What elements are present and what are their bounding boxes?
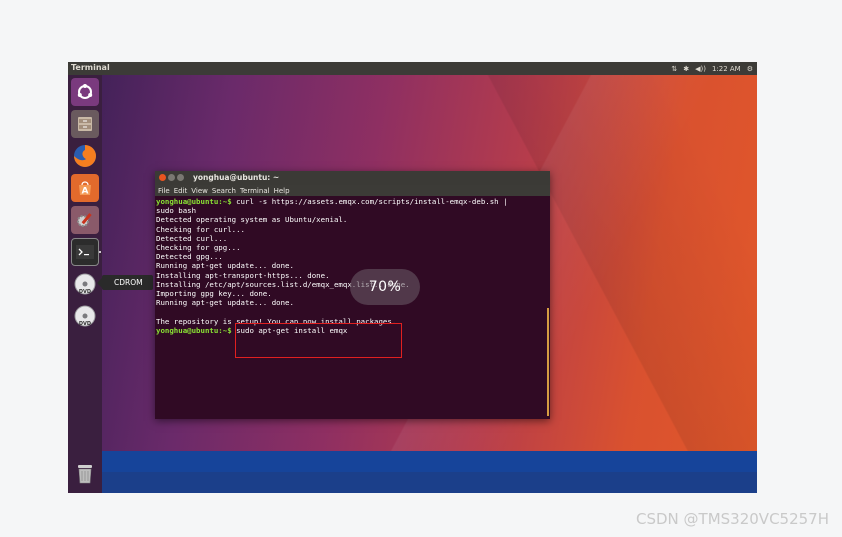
terminal-line: Running apt-get update... done. [156, 261, 549, 270]
wrench-gear-icon[interactable] [71, 206, 99, 234]
active-app-title: Terminal [71, 63, 110, 72]
svg-text:DVD: DVD [79, 289, 91, 295]
terminal-scrollbar[interactable] [547, 308, 549, 416]
keyboard-icon[interactable]: ⇅ [671, 65, 677, 73]
desktop-bottom-strip [68, 451, 757, 472]
shopping-bag-icon[interactable]: A [71, 174, 99, 202]
terminal-line: Detected operating system as Ubuntu/xeni… [156, 215, 549, 224]
terminal-window[interactable]: yonghua@ubuntu: ~ File Edit View Search … [155, 171, 550, 419]
line-text: Running apt-get update... done. [156, 298, 294, 308]
maximize-icon[interactable] [177, 174, 184, 181]
menu-file[interactable]: File [158, 187, 170, 195]
menu-search[interactable]: Search [212, 187, 236, 195]
bluetooth-icon[interactable]: ✱ [683, 65, 689, 73]
progress-overlay: 70% [350, 269, 420, 305]
line-text: Detected operating system as Ubuntu/xeni… [156, 215, 348, 225]
highlight-box [235, 323, 402, 358]
shell-prompt: yonghua@ubuntu:~$ [156, 325, 232, 335]
trash-icon[interactable] [71, 460, 99, 488]
terminal-line: sudo bash [156, 206, 549, 215]
terminal-output[interactable]: yonghua@ubuntu:~$ curl -s https://assets… [155, 196, 550, 419]
terminal-line: Detected gpg... [156, 252, 549, 261]
dvd-icon[interactable]: DVD [71, 302, 99, 330]
terminal-line: Checking for curl... [156, 225, 549, 234]
svg-text:DVD: DVD [79, 321, 91, 327]
terminal-line: Checking for gpg... [156, 243, 549, 252]
firefox-icon[interactable] [71, 142, 99, 170]
menu-help[interactable]: Help [274, 187, 290, 195]
line-text: Detected curl... [156, 233, 228, 243]
terminal-titlebar[interactable]: yonghua@ubuntu: ~ [155, 171, 550, 185]
terminal-menubar: File Edit View Search Terminal Help [155, 185, 550, 196]
line-text: curl -s https://assets.emqx.com/scripts/… [231, 197, 508, 206]
terminal-line: yonghua@ubuntu:~$ curl -s https://assets… [156, 197, 549, 206]
file-cabinet-icon[interactable] [71, 110, 99, 138]
dvd-icon[interactable]: DVD [71, 270, 99, 298]
line-text: Importing gpg key... done. [156, 289, 272, 299]
terminal-icon[interactable] [71, 238, 99, 266]
launcher-tooltip: CDROM [97, 275, 153, 290]
watermark: CSDN @TMS320VC5257H [636, 510, 829, 528]
line-text: Checking for gpg... [156, 243, 241, 253]
menu-edit[interactable]: Edit [174, 187, 188, 195]
terminal-line: ​ [156, 307, 549, 316]
running-indicator [99, 251, 101, 253]
clock[interactable]: 1:22 AM [712, 65, 741, 73]
terminal-line: Detected curl... [156, 234, 549, 243]
menu-view[interactable]: View [191, 187, 208, 195]
terminal-line: Running apt-get update... done. [156, 298, 549, 307]
volume-icon[interactable]: ◀)) [695, 65, 706, 73]
vm-screen: Terminal ⇅ ✱ ◀)) 1:22 AM ⚙ A DVD DVD CDR… [68, 62, 757, 493]
line-text: Running apt-get update... done. [156, 261, 294, 271]
ubuntu-logo-icon[interactable] [71, 78, 99, 106]
close-icon[interactable] [159, 174, 166, 181]
indicator-area: ⇅ ✱ ◀)) 1:22 AM ⚙ [671, 62, 753, 75]
minimize-icon[interactable] [168, 174, 175, 181]
svg-text:A: A [82, 187, 89, 197]
line-text: Installing apt-transport-https... done. [156, 270, 330, 280]
shell-prompt: yonghua@ubuntu:~$ [156, 197, 232, 206]
terminal-title: yonghua@ubuntu: ~ [193, 173, 280, 182]
line-text: sudo bash [156, 206, 197, 216]
top-panel: Terminal ⇅ ✱ ◀)) 1:22 AM ⚙ [68, 62, 757, 75]
menu-terminal[interactable]: Terminal [240, 187, 270, 195]
line-text: Checking for curl... [156, 224, 245, 234]
gear-icon[interactable]: ⚙ [747, 65, 753, 73]
line-text: Detected gpg... [156, 252, 223, 262]
